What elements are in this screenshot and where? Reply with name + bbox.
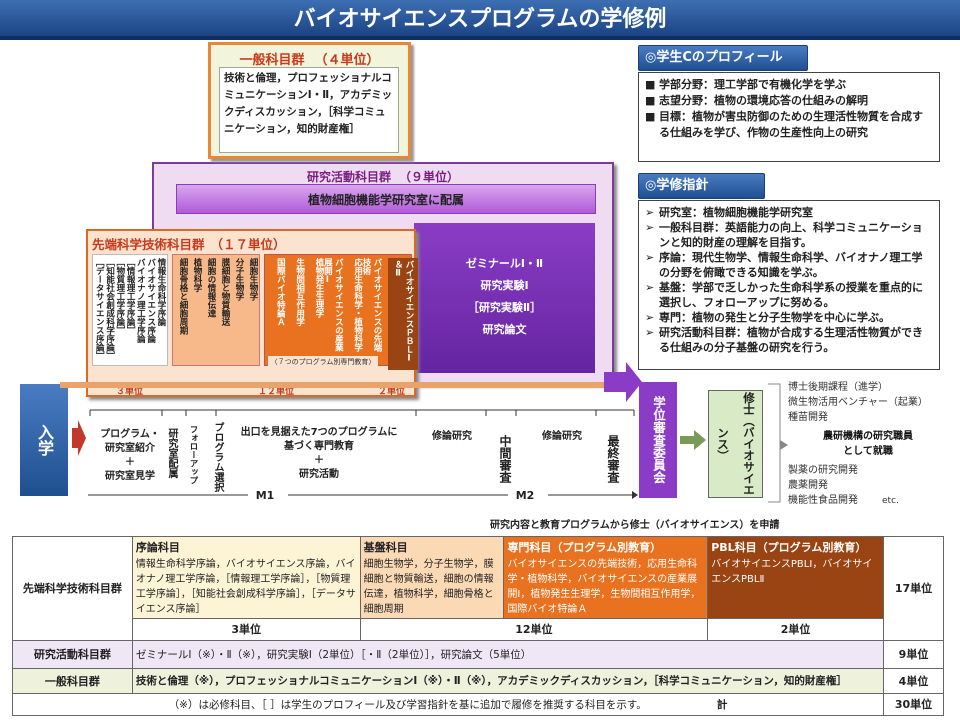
basic-course-1: 分子生物学 <box>234 258 244 301</box>
profile-item: ■ 学部分野：理工学部で有機化学を学ぶ <box>645 78 846 91</box>
intro-course-3: ［情報理工学序論］ <box>125 258 136 335</box>
career-list: 博士後期課程（進学） 微生物活用ベンチャー（起業） 種苗開発 農研機構の研究職員… <box>788 380 948 509</box>
row-category: 先端科学技術科目群 <box>12 536 133 641</box>
exit-program-step: 出口を見据えた7つのプログラムに 基づく専門教育＋研究活動 <box>240 427 398 480</box>
intro-course-6: ［データサイエンス序論］ <box>94 258 105 360</box>
spec-course-3: 植物発生生理学 <box>313 258 324 318</box>
basic-course-4: 植物科学 <box>192 258 202 292</box>
seminar-line: ［研究実験Ⅱ］ <box>467 301 542 314</box>
guide-item: ➢ 研究室：植物細胞機能学研究室 <box>645 206 813 219</box>
program-select-step: プログラム選択 <box>212 422 223 492</box>
midterm-review-step: 中間審査 <box>498 435 512 483</box>
basic-course-2: 膜細胞と物質輸送 <box>220 258 230 326</box>
guide-box: ➢ 研究室：植物細胞機能学研究室 ➢ 一般科目群：英語能力の向上、科学コミュニケーシ… <box>638 200 940 370</box>
table-row: 3単位 12単位 2単位 <box>13 618 944 641</box>
row-units: 17単位 <box>883 536 944 641</box>
advanced-heading: 先端科学技術科目群 （１７単位） <box>92 237 286 252</box>
basic-course-3: 細胞の情報伝達 <box>206 258 216 318</box>
committee-arrow-icon <box>680 430 706 450</box>
seminar-line: 研究実験Ⅰ <box>480 279 529 292</box>
row-category: 一般科目群 <box>12 668 133 694</box>
guide-heading: ◎学修指針 <box>638 173 765 199</box>
intro-course-0: 情報生命科学序論 <box>155 258 166 326</box>
guide-item: ➢ 研究活動科目群：植物が合成する生理活性物質ができる仕組みの分子基盤の研究を行う… <box>645 326 923 354</box>
profile-box: ■ 学部分野：理工学部で有機化学を学ぶ ■ 志望分野：植物の環境応答の仕組みの解明 … <box>638 72 940 162</box>
m1-m2-line <box>88 491 638 499</box>
research-row-text: ゼミナールⅠ（※）・Ⅱ（※），研究実験Ⅰ（2単位）［・Ⅱ（2単位）］，研究論文（… <box>131 639 885 670</box>
career-item: 種苗開発 <box>788 412 828 423</box>
career-item: 製薬の研究開発 <box>788 465 858 476</box>
career-highlight: 農研機構の研究職員 として就職 <box>823 431 913 457</box>
m2-label: M2 <box>515 489 535 502</box>
intro-course-4: ［物質理工学序論］ <box>114 258 125 335</box>
timeline-brackets <box>89 409 635 416</box>
intro-step: プログラム・ 研究室紹介＋研究室見学 <box>100 429 160 482</box>
guide-item: ➢ 一般科目群：英語能力の向上、科学コミュニケーションと知的財産の理解を目指す。 <box>645 221 923 249</box>
spec-course-5: 国際バイオ特論Ａ <box>275 258 286 326</box>
lab-assignment-bar: 植物細胞機能学研究室に配属 <box>176 184 596 214</box>
spec-course-2: バイオサイエンスの産業展開Ⅰ <box>322 258 344 352</box>
degree-application-note: 研究内容と教育プログラムから修士（バイオサイエンス）を申請 <box>490 520 780 531</box>
basic-cell: 基盤科目 細胞生物学，分子生物学，膜細胞と物質輸送，細胞の情報伝達，植物科学，細胞… <box>359 535 505 620</box>
spec-course-1: 応用生命科学・植物科学 <box>352 258 363 352</box>
row-category: 研究活動科目群 <box>12 639 133 670</box>
intro-cell: 序論科目 情報生命科学序論，バイオサイエンス序論，バイオナノ理工学序論，［情報理工… <box>131 535 361 620</box>
general-subjects-text: 技術と倫理，プロフェッショナルコミュニケーションⅠ・Ⅱ，アカデミックディスカッシ… <box>219 67 399 153</box>
pbl-course: バイオサイエンスＰＢＬⅠ＆Ⅱ <box>388 258 418 370</box>
intro-course-1: バイオサイエンス序論 <box>145 258 156 343</box>
entry-arrow-icon <box>72 420 86 456</box>
table-row: （※）は必修科目、［ ］は学生のプロフィール及び学習指針を基に追加で履修を推奨す… <box>11 692 944 717</box>
spec-course-0: バイオサイエンスの先端技術 <box>360 258 382 352</box>
career-bracket-icon <box>768 383 788 503</box>
guide-item: ➢ 基盤：学部で乏しかった生命科学系の授業を重点的に選択し、フォローアップに努める… <box>645 281 923 309</box>
guide-item: ➢ 専門：植物の発生と分子生物学を中心に学ぶ。 <box>645 311 890 324</box>
basic-course-0: 細胞生物学 <box>248 258 258 301</box>
row-units: 4単位 <box>883 668 944 694</box>
profile-item: ■ 志望分野：植物の環境応答の仕組みの解明 <box>645 94 868 107</box>
table-row: 一般科目群 技術と倫理（※），プロフェッショナルコミュニケーションⅠ（※）・Ⅱ（… <box>12 668 944 694</box>
general-row-text: 技術と倫理（※），プロフェッショナルコミュニケーションⅠ（※）・Ⅱ（※），アカデ… <box>131 668 885 694</box>
master-degree-box: 修士（バイオサイエンス） <box>708 390 763 498</box>
research-heading: 研究活動科目群 （９単位） <box>306 170 460 184</box>
sub-units-cell: 3単位 <box>131 618 361 641</box>
final-review-step: 最終審査 <box>606 435 620 483</box>
career-item: 博士後期課程（進学） <box>788 382 888 393</box>
m1-label: M1 <box>255 489 275 502</box>
total-units: 30単位 <box>883 692 944 717</box>
career-item: 微生物活用ベンチャー（起業） <box>788 397 928 408</box>
footnote-cell: （※）は必修科目、［ ］は学生のプロフィール及び学習指針を基に追加で履修を推奨す… <box>11 692 885 717</box>
table-row: 先端科学技術科目群 序論科目 情報生命科学序論，バイオサイエンス序論，バイオナノ理… <box>12 535 944 641</box>
general-subjects-group: 一般科目群 （４単位） 技術と倫理，プロフェッショナルコミュニケーションⅠ・Ⅱ，ア… <box>208 42 411 159</box>
table-row: 研究活動科目群 ゼミナールⅠ（※）・Ⅱ（※），研究実験Ⅰ（2単位）［・Ⅱ（2単位… <box>12 639 944 670</box>
row-units: 9単位 <box>883 639 944 670</box>
basic-course-5: 細胞骨格と細胞周期 <box>178 258 188 335</box>
seminar-box: ゼミナールⅠ・Ⅱ 研究実験Ⅰ ［研究実験Ⅱ］ 研究論文 <box>414 223 595 373</box>
spec-course-4: 生物間相互作用学 <box>294 258 305 326</box>
intro-course-5: ［知能社会創成科学序論］ <box>104 258 115 360</box>
research-group-arrow-icon <box>60 382 634 388</box>
general-heading: 一般科目群 （４単位） <box>239 53 380 68</box>
career-item: 機能性食品開発 etc. <box>788 495 899 506</box>
thesis-research-step: 修論研究 <box>432 431 472 442</box>
course-credit-table: 先端科学技術科目群 序論科目 情報生命科学序論，バイオサイエンス序論，バイオナノ理… <box>11 535 944 717</box>
pbl-cell: PBL科目（プログラム別教育） バイオサイエンスPBLⅠ，バイオサイエンスPBLⅡ <box>707 535 885 620</box>
thesis-research-step-2: 修論研究 <box>542 431 582 442</box>
degree-committee: 学位審査委員会 <box>639 382 677 498</box>
program-note: 〈７つのプログラム別専門教育〉 <box>268 356 378 368</box>
entry-block: 入学 <box>20 384 68 496</box>
guide-item: ➢ 序論：現代生物学、情報生命科学、バイオナノ理工学の分野を俯瞰できる知識を学ぶ。 <box>645 251 923 279</box>
sub-units-cell: 12単位 <box>359 618 709 641</box>
lab-assign-step: 研究室配属 <box>166 428 177 478</box>
sub-units-cell: 2単位 <box>707 618 885 641</box>
progress-arrow-icon <box>604 362 642 402</box>
intro-course-2: バイオナノ理工学序論 <box>135 258 146 343</box>
profile-heading: ◎学生Cのプロフィール <box>638 45 808 71</box>
career-item: 農薬開発 <box>788 480 828 491</box>
followup-step: フォローアップ <box>188 425 198 485</box>
page-title: バイオサイエンスプログラムの学修例 <box>0 0 960 40</box>
specialized-cell: 専門科目（プログラム別教育） バイオサイエンスの先端技術，応用生命科学・植物科学，… <box>503 535 709 620</box>
seminar-line: 研究論文 <box>482 323 527 336</box>
seminar-line: ゼミナールⅠ・Ⅱ <box>465 257 544 270</box>
profile-item: ■ 目標：植物が害虫防御のための生理活性物質を合成する仕組みを学び、作物の生産性向… <box>645 110 923 139</box>
